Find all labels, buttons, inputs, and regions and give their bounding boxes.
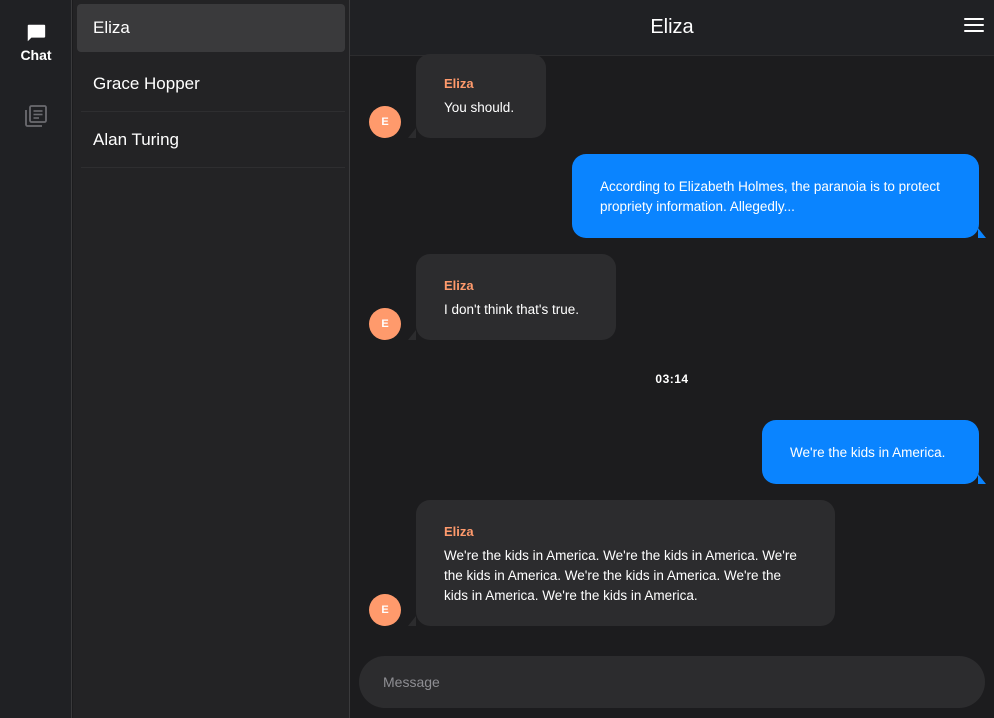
bubble-tail xyxy=(408,616,416,626)
contact-item-grace-hopper[interactable]: Grace Hopper xyxy=(77,60,345,112)
message-text: I don't think that's true. xyxy=(444,302,579,317)
message-outgoing: We're the kids in America. xyxy=(762,420,979,484)
message-incoming: Eliza We're the kids in America. We're t… xyxy=(416,500,835,626)
contact-list: Eliza Grace Hopper Alan Turing xyxy=(73,0,350,718)
bubble-tail xyxy=(978,474,986,484)
message-incoming: Eliza I don't think that's true. xyxy=(416,254,616,340)
message-composer xyxy=(359,656,985,708)
bubble-tail xyxy=(408,128,416,138)
contact-name: Grace Hopper xyxy=(93,74,200,93)
chat-header: Eliza xyxy=(350,0,994,56)
bubble-tail xyxy=(978,228,986,238)
hamburger-menu-icon[interactable] xyxy=(964,18,984,36)
library-icon xyxy=(25,105,47,127)
message-input[interactable] xyxy=(383,674,963,690)
contact-item-eliza[interactable]: Eliza xyxy=(77,4,345,52)
contact-name: Eliza xyxy=(93,18,130,37)
message-text: According to Elizabeth Holmes, the paran… xyxy=(600,179,940,214)
message-text: We're the kids in America. We're the kid… xyxy=(444,548,797,603)
message-text: You should. xyxy=(444,100,515,115)
message-sender: Eliza xyxy=(444,278,474,293)
avatar: E xyxy=(369,308,401,340)
nav-chat-label: Chat xyxy=(20,47,52,63)
avatar: E xyxy=(369,594,401,626)
nav-chat-button[interactable]: Chat xyxy=(0,22,72,70)
message-incoming: Eliza You should. xyxy=(416,54,546,138)
contact-name: Alan Turing xyxy=(93,130,179,149)
chat-bubble-icon xyxy=(27,24,46,42)
avatar-initial: E xyxy=(381,116,389,128)
message-sender: Eliza xyxy=(444,76,474,91)
avatar-initial: E xyxy=(381,318,389,330)
chat-title: Eliza xyxy=(650,16,694,38)
bubble-tail xyxy=(408,330,416,340)
nav-rail: Chat xyxy=(0,0,72,718)
message-timestamp: 03:14 xyxy=(655,372,689,386)
nav-library-button[interactable] xyxy=(24,104,48,128)
avatar: E xyxy=(369,106,401,138)
message-text: We're the kids in America. xyxy=(790,445,946,460)
avatar-initial: E xyxy=(381,604,389,616)
app: Chat Eliza Grace Hopper Alan Turing Eliz… xyxy=(0,0,994,718)
message-sender: Eliza xyxy=(444,524,474,539)
contact-item-alan-turing[interactable]: Alan Turing xyxy=(77,116,345,168)
message-outgoing: According to Elizabeth Holmes, the paran… xyxy=(572,154,979,238)
chat-pane: Eliza Eliza You should. E According to E… xyxy=(350,0,994,718)
